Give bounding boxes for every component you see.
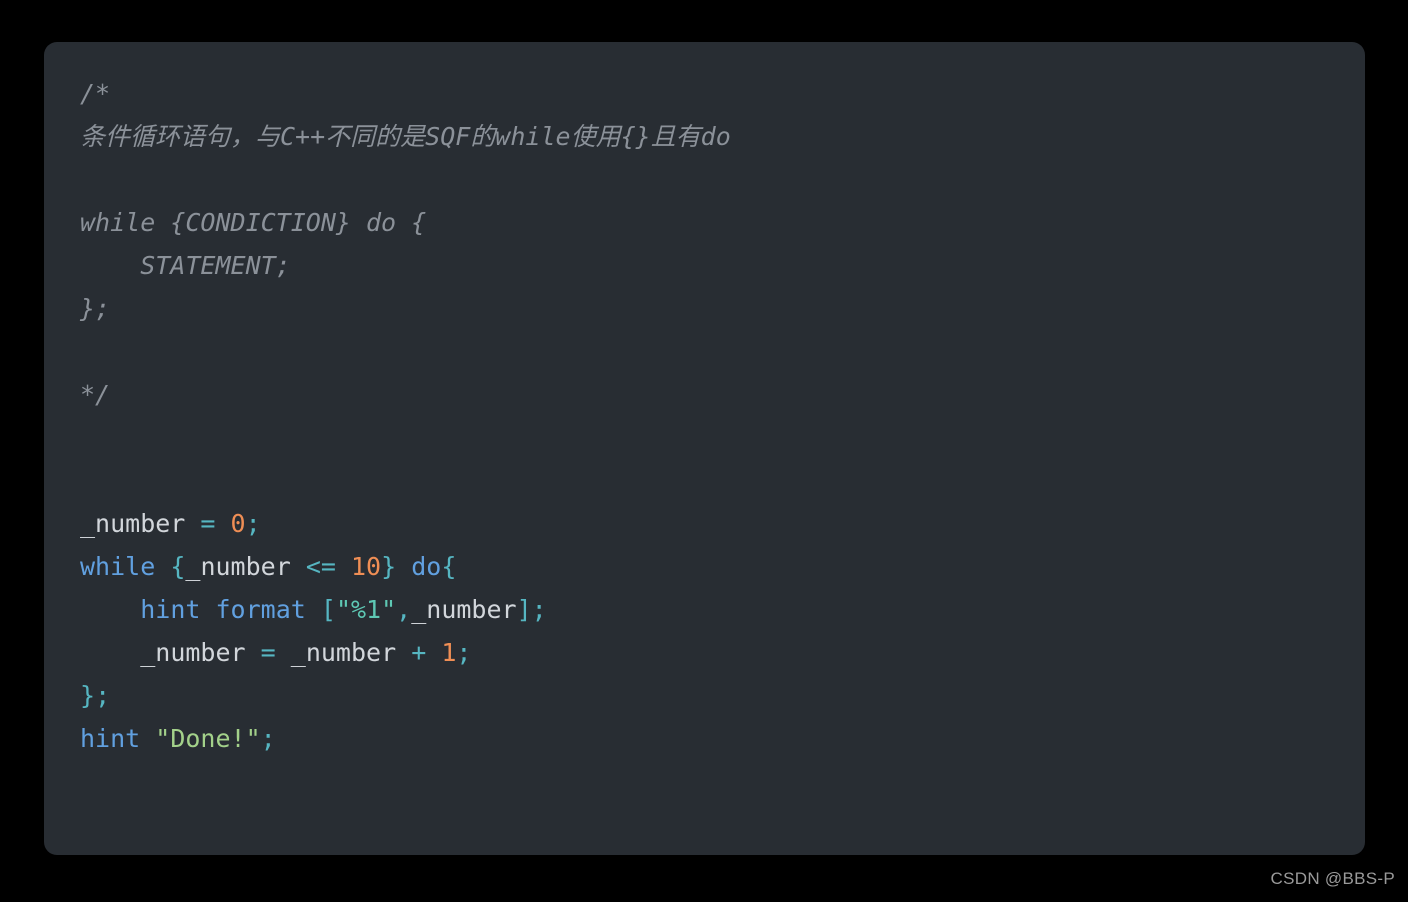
token-brace-open: {: [170, 552, 186, 581]
code-line-4: while {CONDICTION} do {: [80, 201, 1365, 244]
token-semicolon-15: ;: [95, 681, 111, 710]
token-string-done: "Done!": [155, 724, 261, 753]
token-semicolon-14: ;: [456, 638, 472, 667]
token-number-zero: 0: [230, 509, 246, 538]
comment-open-token: /*: [80, 79, 111, 108]
code-block-card: /* 条件循环语句，与C++不同的是SQF的while使用{}且有do whil…: [44, 42, 1365, 855]
code-line-14: _number = _number + 1;: [80, 631, 1365, 674]
code-line-1: /*: [80, 72, 1365, 115]
token-semicolon-13: ;: [531, 595, 547, 624]
code-line-2: 条件循环语句，与C++不同的是SQF的while使用{}且有do: [80, 115, 1365, 158]
token-variable-number-lhs: _number: [140, 638, 246, 667]
token-variable-number-arg: _number: [411, 595, 517, 624]
code-line-5: STATEMENT;: [80, 244, 1365, 287]
token-plus-operator: +: [411, 638, 427, 667]
token-keyword-do: do: [411, 552, 442, 581]
token-variable-number: _number: [80, 509, 186, 538]
token-number-ten: 10: [350, 552, 382, 581]
code-line-9-blank: [80, 416, 1365, 459]
token-comma: ,: [396, 595, 412, 624]
token-bracket-open: [: [320, 595, 336, 624]
comment-close-brace: };: [80, 294, 111, 323]
token-keyword-while: while: [80, 552, 156, 581]
code-line-3-blank: [80, 158, 1365, 201]
code-line-10-blank: [80, 459, 1365, 502]
csdn-watermark: CSDN @BBS-P: [1270, 869, 1395, 888]
token-assign-operator-14: =: [260, 638, 276, 667]
token-semicolon: ;: [245, 509, 261, 538]
token-lte-operator: <=: [305, 552, 336, 581]
comment-statement-placeholder: STATEMENT;: [80, 251, 291, 280]
token-semicolon-16: ;: [260, 724, 276, 753]
code-line-6: };: [80, 287, 1365, 330]
token-keyword-hint: hint: [140, 595, 201, 624]
code-line-11: _number = 0;: [80, 502, 1365, 545]
token-keyword-format: format: [215, 595, 306, 624]
comment-close-token: */: [80, 380, 111, 409]
token-brace-open-body: {: [441, 552, 457, 581]
token-assign-operator: =: [200, 509, 216, 538]
code-line-8: */: [80, 373, 1365, 416]
code-line-7-blank: [80, 330, 1365, 373]
code-line-15: };: [80, 674, 1365, 717]
token-bracket-close: ]: [516, 595, 532, 624]
code-content[interactable]: /* 条件循环语句，与C++不同的是SQF的while使用{}且有do whil…: [80, 72, 1365, 855]
token-variable-number-cond: _number: [185, 552, 291, 581]
token-brace-close-body: }: [80, 681, 96, 710]
token-variable-number-rhs: _number: [290, 638, 397, 667]
token-string-format: "%1": [335, 595, 397, 624]
token-number-one: 1: [441, 638, 457, 667]
comment-while-syntax: while {CONDICTION} do {: [80, 208, 427, 237]
code-line-13: hint format ["%1",_number];: [80, 588, 1365, 631]
comment-description-text: 条件循环语句，与C++不同的是SQF的while使用{}且有do: [80, 122, 731, 151]
token-brace-close: }: [381, 552, 397, 581]
code-line-16: hint "Done!";: [80, 717, 1365, 760]
code-line-12: while {_number <= 10} do{: [80, 545, 1365, 588]
token-keyword-hint-final: hint: [80, 724, 141, 753]
